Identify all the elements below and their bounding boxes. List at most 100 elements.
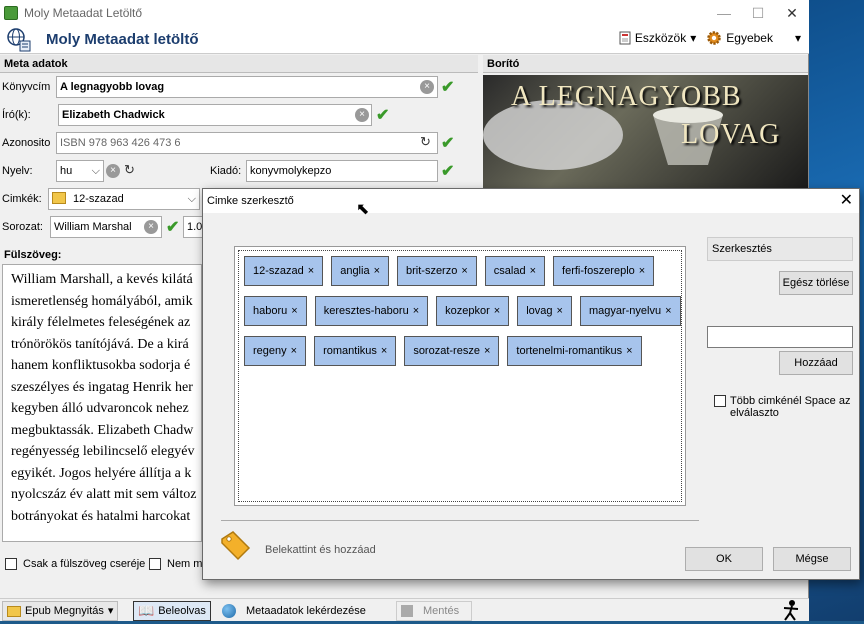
tag-chip[interactable]: magyar-nyelvu × xyxy=(579,296,681,326)
minimize-button[interactable]: — xyxy=(707,0,741,26)
remove-tag-icon[interactable]: × xyxy=(291,337,297,365)
close-button[interactable]: ✕ xyxy=(775,0,809,26)
tag-label: tortenelmi-romantikus xyxy=(516,345,623,357)
remove-tag-icon[interactable]: × xyxy=(461,257,467,285)
remove-tag-icon[interactable]: × xyxy=(413,297,419,325)
epub-open-button[interactable]: Epub Megnyitás ▾ xyxy=(2,601,119,621)
tools-label: Eszközök xyxy=(634,31,687,45)
remove-tag-icon[interactable]: × xyxy=(665,297,671,325)
author-ok-icon: ✔ xyxy=(376,107,390,124)
tag-chip[interactable]: regeny × xyxy=(244,336,307,366)
remove-tag-icon[interactable]: × xyxy=(381,337,387,365)
ok-button[interactable]: OK xyxy=(685,547,763,571)
title-bar: Moly Metaadat Letöltő — ☐ ✕ xyxy=(0,0,809,26)
tag-label: anglia xyxy=(340,265,370,277)
remove-tag-icon[interactable]: × xyxy=(291,297,297,325)
only-replace-checkbox-box[interactable] xyxy=(5,558,17,570)
cancel-button[interactable]: Mégse xyxy=(773,547,851,571)
blurb-line: trónörökös tanítójává. De a kirá xyxy=(11,336,189,352)
identifier-input[interactable]: ISBN 978 963 426 473 6 xyxy=(56,132,438,154)
tag-chip[interactable]: 12-szazad × xyxy=(244,256,324,286)
cover-title-line1: A LEGNAGYOBB xyxy=(511,81,742,112)
tag-chip[interactable]: lovag × xyxy=(517,296,572,326)
read-preview-button[interactable]: 📖 Beleolvas xyxy=(133,601,211,621)
clear-title-icon[interactable]: × xyxy=(420,80,434,94)
fetch-metadata-label: Metaadatok lekérdezése xyxy=(246,605,366,617)
blurb-line: megbuktassák. Elizabeth Chadw xyxy=(11,422,194,438)
tag-label: magyar-nyelvu xyxy=(588,305,662,317)
save-label: Mentés xyxy=(423,605,460,617)
tag-chip[interactable]: csalad × xyxy=(484,256,546,286)
blurb-text-area[interactable]: William Marshall, a kevés kilátá ismeret… xyxy=(2,264,202,542)
tag-chip[interactable]: keresztes-haboru × xyxy=(314,296,429,326)
gear-icon xyxy=(707,31,722,45)
blurb-line: egyikét. Jogos helyére állítja a k xyxy=(11,465,192,481)
remove-tag-icon[interactable]: × xyxy=(626,337,632,365)
maximize-button[interactable]: ☐ xyxy=(741,0,775,26)
title-input[interactable]: A legnagyobb lovag xyxy=(56,76,438,98)
remove-tag-icon[interactable]: × xyxy=(530,257,536,285)
add-tag-button[interactable]: Hozzáad xyxy=(779,351,853,375)
tag-icon xyxy=(219,529,253,563)
folder-icon xyxy=(52,192,66,204)
save-button[interactable]: Mentés xyxy=(396,601,472,621)
blurb-line: William Marshall, a kevés kilátá xyxy=(11,272,193,287)
series-ok-icon: ✔ xyxy=(166,219,180,236)
new-tag-input[interactable] xyxy=(707,326,853,348)
tag-chip[interactable]: brit-szerzo × xyxy=(397,256,477,286)
tag-editor-dialog: Cimke szerkesztő ✕ ⬉ 12-szazad × anglia × br… xyxy=(202,188,860,580)
fetch-metadata-button[interactable]: Metaadatok lekérdezése xyxy=(218,601,370,621)
book-icon: 📖 xyxy=(138,603,155,618)
clear-language-icon[interactable]: × xyxy=(106,164,120,178)
tag-chip[interactable]: sorozat-resze × xyxy=(404,336,500,366)
tag-chip[interactable]: tortenelmi-romantikus × xyxy=(507,336,642,366)
cover-title-line2: LOVAG xyxy=(681,119,781,150)
dialog-close-button[interactable]: ✕ xyxy=(840,189,853,213)
refresh-language-icon[interactable]: ↻ xyxy=(124,162,135,178)
language-select[interactable]: hu ⌵ xyxy=(56,160,104,182)
refresh-identifier-icon[interactable]: ↻ xyxy=(420,134,431,150)
series-number-input[interactable]: 1.0 xyxy=(183,216,203,238)
tag-chip[interactable]: haboru × xyxy=(244,296,307,326)
mouse-cursor-icon: ⬉ xyxy=(356,201,370,218)
tag-chip[interactable]: anglia × xyxy=(331,256,389,286)
blurb-line: szeszélyes és ingatag Henrik her xyxy=(11,379,193,395)
other-menu-button[interactable]: Egyebek ▾ xyxy=(706,30,801,46)
remove-tag-icon[interactable]: × xyxy=(639,257,645,285)
remove-tag-icon[interactable]: × xyxy=(308,257,314,285)
tags-value: 12-szazad xyxy=(73,193,124,205)
tools-menu-button[interactable]: Eszközök ▾ xyxy=(619,31,696,45)
tag-chip[interactable]: romantikus × xyxy=(314,336,397,366)
nem-checkbox[interactable]: Nem mo xyxy=(149,558,209,570)
only-replace-blurb-checkbox[interactable]: Csak a fülszöveg cseréje xyxy=(5,558,145,570)
tag-chip[interactable]: kozepkor × xyxy=(436,296,510,326)
remove-tag-icon[interactable]: × xyxy=(494,297,500,325)
language-value: hu xyxy=(60,165,73,177)
remove-tag-icon[interactable]: × xyxy=(374,257,380,285)
dialog-separator xyxy=(221,520,699,521)
globe-icon xyxy=(222,604,236,618)
space-separator-checkbox[interactable]: Több cimkénél Space az elválaszto xyxy=(714,395,854,419)
tags-select[interactable]: 12-szazad ⌵ xyxy=(48,188,200,210)
folder-open-icon xyxy=(7,605,21,617)
publisher-input[interactable]: konyvmolykepzo xyxy=(246,160,438,182)
publisher-label: Kiadó: xyxy=(210,165,242,177)
space-separator-label: Több cimkénél Space az elválaszto xyxy=(730,395,851,419)
clear-series-icon[interactable]: × xyxy=(144,220,158,234)
remove-tag-icon[interactable]: × xyxy=(484,337,490,365)
tag-label: lovag xyxy=(526,305,553,317)
nem-checkbox-box[interactable] xyxy=(149,558,161,570)
tools-icon xyxy=(619,31,631,45)
tag-chip[interactable]: ferfi-foszereplo × xyxy=(553,256,655,286)
edit-section-header: Szerkesztés xyxy=(707,237,853,261)
clear-author-icon[interactable]: × xyxy=(355,108,369,122)
blurb-heading: Fülszöveg: xyxy=(0,246,202,264)
space-separator-checkbox-box[interactable] xyxy=(714,395,726,407)
clear-all-button[interactable]: Egész törlése xyxy=(779,271,853,295)
bottom-toolbar: Epub Megnyitás ▾ 📖 Beleolvas Metaadatok … xyxy=(0,598,809,621)
author-input[interactable]: Elizabeth Chadwick xyxy=(58,104,372,126)
read-preview-label: Beleolvas xyxy=(158,605,206,617)
tag-label: kozepkor xyxy=(445,305,490,317)
tag-label: brit-szerzo xyxy=(406,265,458,277)
remove-tag-icon[interactable]: × xyxy=(557,297,563,325)
